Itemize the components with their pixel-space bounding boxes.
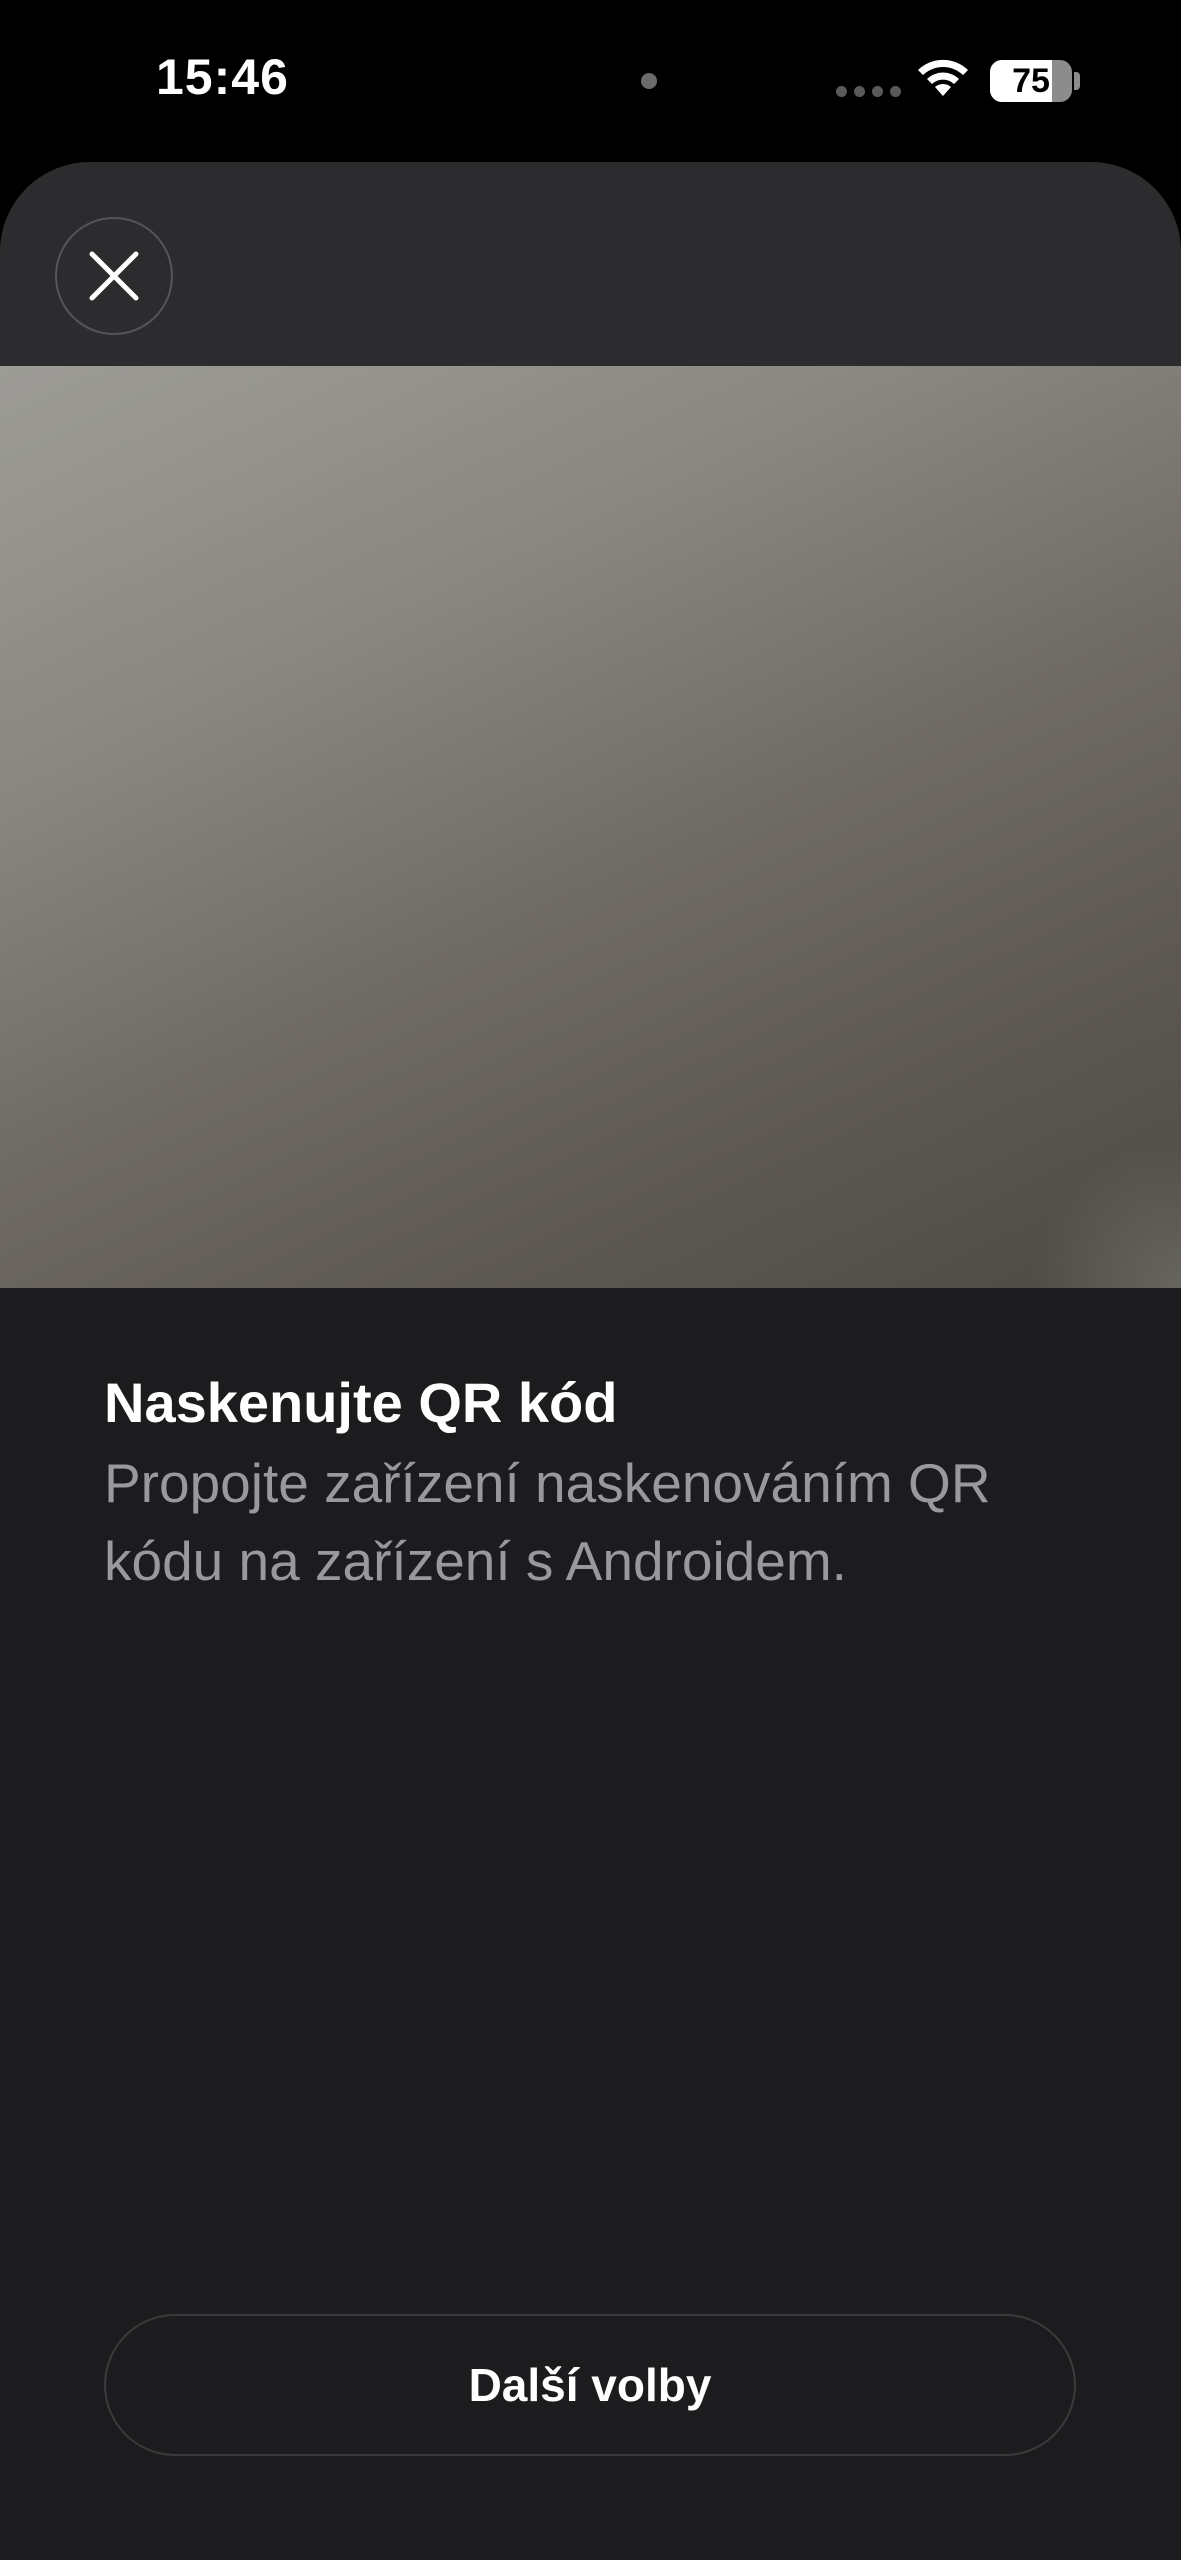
screen: 15:46 75 Naskenujte QR kód Propojte zaří… — [0, 0, 1181, 2560]
camera-indicator-dot — [641, 73, 657, 89]
wifi-icon — [918, 59, 968, 96]
status-bar: 15:46 75 — [0, 0, 1181, 160]
battery-level: 75 — [1012, 61, 1050, 100]
page-title: Naskenujte QR kód — [104, 1371, 618, 1434]
battery-tip — [1074, 72, 1080, 90]
battery-icon: 75 — [990, 60, 1072, 102]
close-icon — [89, 251, 139, 301]
sheet-header — [0, 162, 1181, 366]
more-options-button[interactable]: Další volby — [104, 2314, 1076, 2456]
scan-qr-sheet: Naskenujte QR kód Propojte zařízení nask… — [0, 162, 1181, 2560]
page-description: Propojte zařízení naskenováním QR kódu n… — [104, 1452, 991, 1592]
cellular-signal-icon — [836, 86, 901, 97]
close-button[interactable] — [55, 217, 173, 335]
status-time: 15:46 — [156, 49, 289, 105]
camera-preview — [0, 366, 1181, 1288]
